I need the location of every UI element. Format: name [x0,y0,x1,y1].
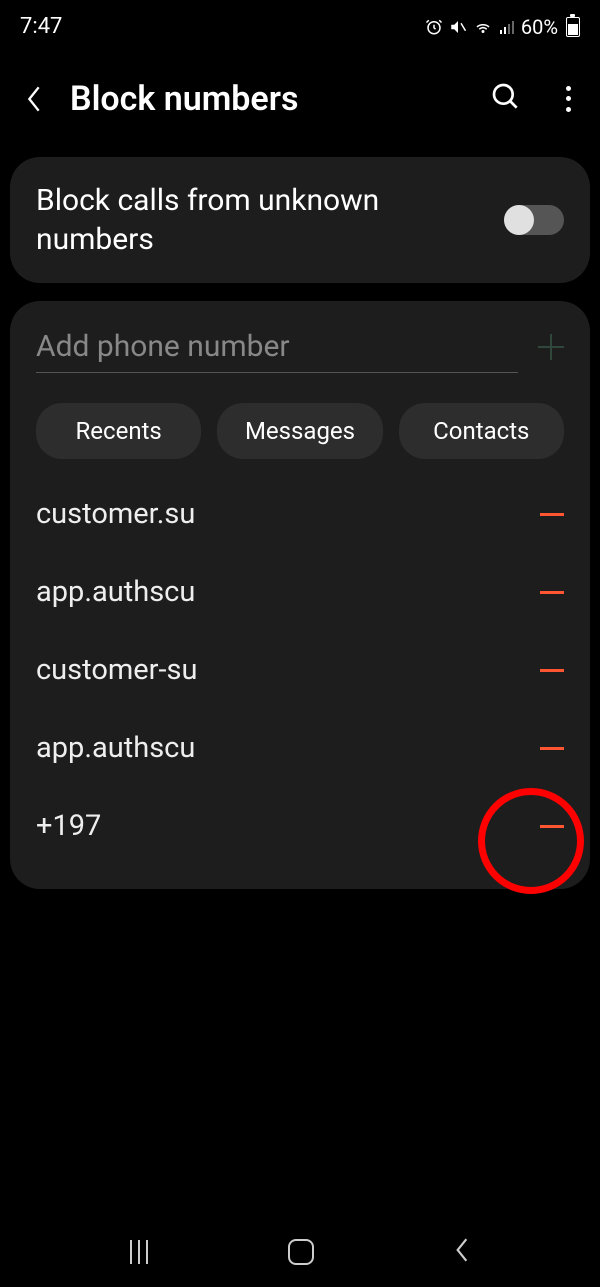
battery-percentage: 60% [521,15,558,39]
source-chips: Recents Messages Contacts [36,403,564,459]
page-title: Block numbers [70,79,468,119]
blocked-name: customer-su [36,653,197,687]
more-icon[interactable] [564,83,572,115]
chip-contacts[interactable]: Contacts [399,403,564,459]
status-time: 7:47 [20,14,62,39]
chip-messages[interactable]: Messages [217,403,382,459]
signal-icon [499,19,515,35]
blocked-name: app.authscu [36,731,195,765]
list-item: app.authscu [36,709,564,787]
nav-recents-icon[interactable] [130,1240,148,1264]
list-item: +197 [36,787,564,865]
blocked-name: app.authscu [36,575,195,609]
status-right: 60% [425,15,580,39]
blocked-name: customer.su [36,497,195,531]
app-header: Block numbers [0,49,600,139]
wifi-icon [473,18,493,36]
chip-recents[interactable]: Recents [36,403,201,459]
toggle-knob [504,205,534,235]
search-icon[interactable] [490,81,542,117]
add-number-row [36,321,564,373]
nav-back-icon[interactable] [454,1237,470,1267]
phone-input[interactable] [36,321,518,373]
remove-icon[interactable] [540,513,564,516]
remove-icon[interactable] [540,669,564,672]
block-unknown-toggle[interactable] [504,205,564,235]
back-icon[interactable] [20,85,48,113]
nav-home-icon[interactable] [288,1239,314,1265]
block-unknown-card: Block calls from unknown numbers [10,157,590,283]
remove-icon[interactable] [540,825,564,828]
alarm-icon [425,18,443,36]
list-item: customer-su [36,631,564,709]
blocked-list-card: Recents Messages Contacts customer.su ap… [10,301,590,889]
status-bar: 7:47 60% [0,0,600,49]
battery-icon [566,17,580,37]
block-unknown-row[interactable]: Block calls from unknown numbers [36,181,564,259]
plus-icon[interactable] [538,334,564,360]
remove-icon[interactable] [540,591,564,594]
system-nav-bar [0,1217,600,1287]
remove-icon[interactable] [540,747,564,750]
mute-icon [449,18,467,36]
blocked-name: +197 [36,809,101,843]
list-item: customer.su [36,475,564,553]
block-unknown-label: Block calls from unknown numbers [36,181,484,259]
list-item: app.authscu [36,553,564,631]
